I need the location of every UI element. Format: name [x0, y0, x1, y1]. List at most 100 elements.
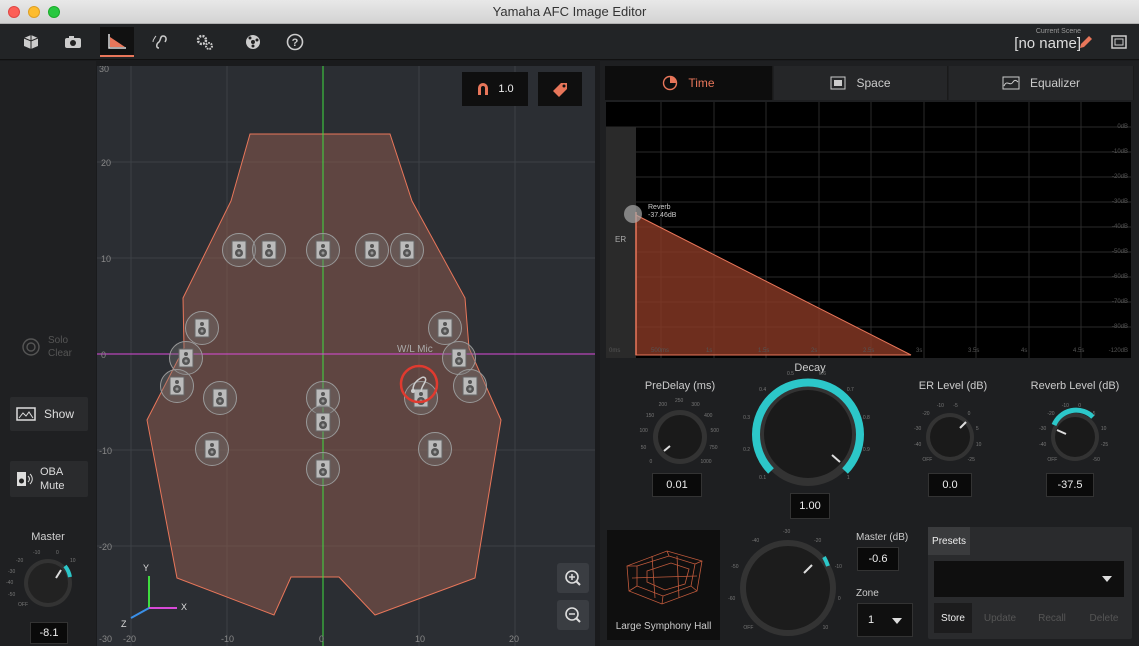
speaker-icon[interactable] [185, 311, 219, 345]
speaker-icon[interactable] [390, 233, 424, 267]
speaker-icon[interactable] [203, 381, 237, 415]
master-value[interactable]: -8.1 [30, 622, 68, 644]
speaker-icon[interactable] [428, 311, 462, 345]
graph-x-tick: 2.5s [863, 348, 875, 354]
time-graph-icon[interactable] [100, 27, 134, 57]
knob-scale-label: -30 [1039, 425, 1047, 432]
speaker-icon[interactable] [306, 405, 340, 439]
knob-scale-label: 750 [709, 445, 718, 452]
knob-scale-label: 10 [975, 442, 982, 449]
store-button[interactable]: Store [934, 603, 972, 633]
x-tick-20: 20 [509, 634, 520, 644]
ear-icon[interactable] [144, 27, 178, 57]
time-graph[interactable]: ER Reverb -37.46dB 0ms 500ms 1s 1.5s 2s 2.5s 3… [606, 102, 1131, 358]
knob-scale-label: 10 [822, 624, 829, 631]
gears-icon[interactable] [188, 27, 222, 57]
help-icon[interactable]: ? [278, 27, 312, 57]
show-icon [16, 407, 36, 421]
master-scale-4: 10 [70, 558, 76, 564]
graph-y-tick: -30dB [1111, 199, 1128, 205]
reverb-decay-area [635, 214, 912, 356]
knob-scale-label: 50 [640, 445, 647, 452]
knob-scale-label: -30 [914, 425, 922, 432]
graph-x-tick: 3.5s [968, 348, 980, 354]
tag-icon [553, 83, 567, 97]
knob-scale-label: 1 [846, 474, 850, 481]
tab-equalizer[interactable]: Equalizer [949, 66, 1134, 100]
knob-scale-label: -60 [728, 595, 736, 602]
graph-x-tick: 0ms [609, 348, 621, 354]
show-label: Show [44, 407, 75, 421]
zoom-out-button[interactable] [557, 600, 589, 630]
knob-scale-label: 150 [645, 412, 655, 419]
speaker-icon[interactable] [252, 233, 286, 267]
room-plan-canvas[interactable]: 30 20 10 0 -10 -20 -30 -20 -10 0 10 20 W… [97, 66, 595, 646]
chevron-down-icon [892, 618, 902, 624]
camera-icon[interactable] [56, 27, 90, 57]
speaker-icon[interactable] [418, 432, 452, 466]
graph-y-tick: -50dB [1111, 249, 1128, 255]
knob-scale-label: 0 [967, 411, 971, 418]
snap-magnet-button[interactable]: 1.0 [462, 72, 528, 106]
solo-clear-button[interactable]: Solo Clear [10, 330, 88, 364]
tab-time[interactable]: Time [605, 66, 773, 100]
update-button[interactable]: Update [980, 603, 1020, 633]
graph-x-tick: 1.5s [758, 348, 770, 354]
window-title: Yamaha AFC Image Editor [492, 4, 647, 19]
knob-scale-label: -25 [967, 456, 975, 463]
knob-scale-label: -10 [834, 563, 842, 570]
tag-button[interactable] [538, 72, 582, 106]
speaker-icon[interactable] [160, 369, 194, 403]
zoom-in-icon [565, 570, 581, 586]
edit-scene-pencil-icon[interactable] [1069, 27, 1103, 57]
knob-scale-label: 0.8 [862, 414, 870, 421]
speaker-icon[interactable] [222, 233, 256, 267]
magnet-icon [478, 83, 489, 95]
network-icon[interactable] [236, 27, 270, 57]
knob-scale-label: -10 [936, 403, 944, 410]
preset-chevron-down-icon [1102, 576, 1112, 582]
knob-scale-label: 0.9 [862, 447, 870, 454]
knob-scale-label: 0 [837, 595, 841, 602]
graph-x-tick: 4.5s [1073, 348, 1085, 354]
er-level-value[interactable]: 0.0 [928, 473, 972, 497]
y-tick-30: 30 [99, 66, 110, 74]
svg-text:?: ? [292, 37, 299, 49]
speaker-icon[interactable] [306, 233, 340, 267]
master-db-label: Master (dB) [856, 532, 909, 543]
hall-preview[interactable]: Large Symphony Hall [607, 530, 720, 640]
decay-value[interactable]: 1.00 [790, 493, 830, 519]
y-tick-10: 10 [101, 254, 112, 264]
tab-space-label: Space [856, 76, 891, 90]
er-graph-label: ER [615, 235, 627, 244]
reverb-handle[interactable] [624, 205, 642, 223]
recall-button[interactable]: Recall [1032, 603, 1072, 633]
zoom-in-button[interactable] [557, 563, 589, 593]
preset-select[interactable] [934, 561, 1124, 597]
knob-scale-label: -50 [731, 563, 739, 570]
reverb-level-value[interactable]: -37.5 [1046, 473, 1094, 497]
delete-button[interactable]: Delete [1082, 603, 1126, 633]
axis-gizmo [130, 576, 177, 619]
zone-select[interactable]: 1 [857, 603, 913, 637]
y-tick-0: 0 [101, 350, 107, 360]
speaker-mute-icon [17, 472, 33, 486]
predelay-value[interactable]: 0.01 [652, 473, 702, 497]
speaker-icon[interactable] [306, 452, 340, 486]
speaker-icon[interactable] [195, 432, 229, 466]
graph-y-tick: 0dB [1117, 124, 1128, 130]
wireless-mic-marker[interactable] [399, 364, 439, 404]
er-level-label: ER Level (dB) [918, 380, 988, 392]
fullscreen-icon[interactable] [1102, 27, 1136, 57]
tab-space[interactable]: Space [774, 66, 948, 100]
presets-tab[interactable]: Presets [928, 527, 970, 555]
show-button[interactable]: Show [10, 397, 88, 431]
oba-label: OBA [40, 466, 64, 478]
graph-y-tick: -20dB [1111, 174, 1128, 180]
knob-scale-label: 500 [710, 428, 719, 435]
cube-icon[interactable] [14, 27, 48, 57]
speaker-icon[interactable] [453, 369, 487, 403]
master-db-value[interactable]: -0.6 [857, 547, 899, 571]
oba-mute-button[interactable]: OBA Mute [10, 461, 88, 497]
speaker-icon[interactable] [355, 233, 389, 267]
